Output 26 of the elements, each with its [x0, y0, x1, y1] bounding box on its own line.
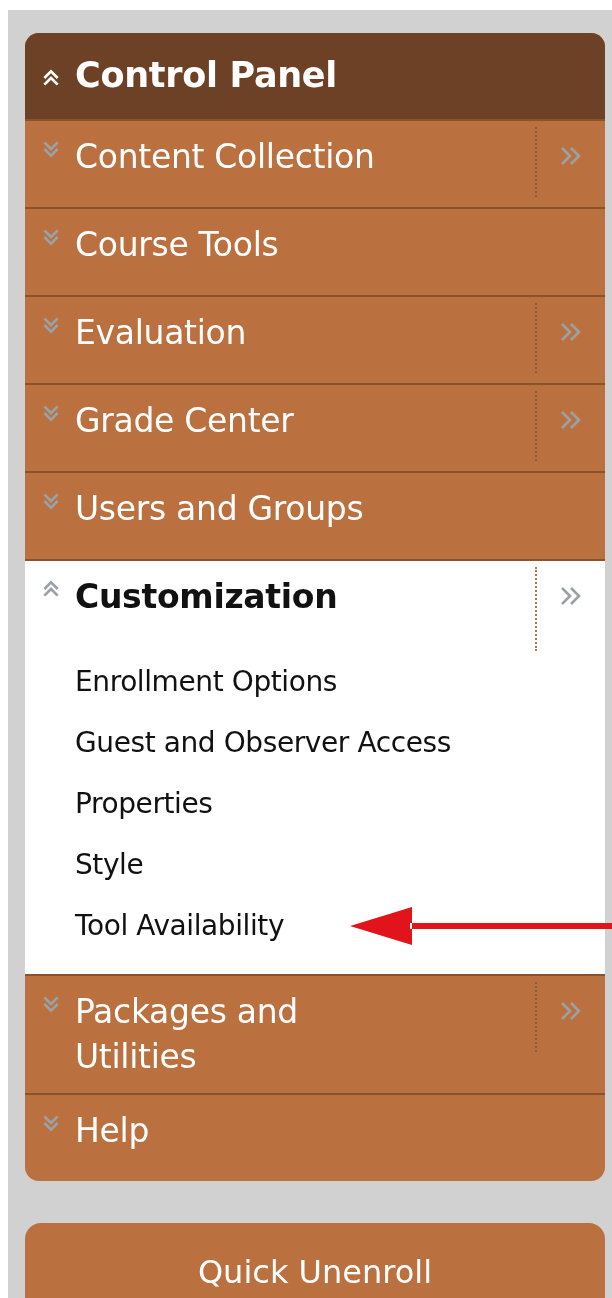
menu-section-link[interactable]: Evaluation: [75, 311, 247, 356]
submenu-link[interactable]: Properties: [75, 773, 213, 834]
submenu-link[interactable]: Enrollment Options: [75, 651, 337, 712]
double-arrow-right-icon[interactable]: [559, 409, 583, 431]
expand-chevron-icon[interactable]: [41, 1113, 61, 1134]
expand-chevron-icon[interactable]: [41, 227, 61, 247]
submenu-link[interactable]: Style: [75, 834, 144, 895]
menu-section-link[interactable]: Help: [75, 1109, 150, 1154]
double-arrow-right-icon[interactable]: [559, 585, 583, 607]
menu-section-link[interactable]: Grade Center: [75, 399, 294, 444]
double-arrow-right-icon[interactable]: [559, 1000, 583, 1022]
double-arrow-right-icon[interactable]: [559, 321, 583, 343]
menu-section-link[interactable]: Packages and Utilities: [75, 990, 298, 1080]
expand-chevron-icon[interactable]: [41, 491, 61, 511]
quick-unenroll-button[interactable]: Quick Unenroll: [25, 1223, 605, 1298]
menu-section-link[interactable]: Course Tools: [75, 223, 279, 268]
double-arrow-right-icon[interactable]: [559, 145, 583, 167]
collapse-chevron-icon[interactable]: [41, 68, 61, 88]
expand-chevron-icon[interactable]: [41, 139, 61, 159]
expand-chevron-icon[interactable]: [41, 403, 61, 423]
menu-section-link[interactable]: Users and Groups: [75, 487, 364, 532]
submenu-link[interactable]: Guest and Observer Access: [75, 712, 451, 773]
menu-section-link[interactable]: Content Collection: [75, 135, 375, 180]
expand-chevron-icon[interactable]: [41, 994, 61, 1014]
expand-chevron-icon[interactable]: [41, 315, 61, 335]
submenu-link[interactable]: Tool Availability: [75, 895, 285, 956]
